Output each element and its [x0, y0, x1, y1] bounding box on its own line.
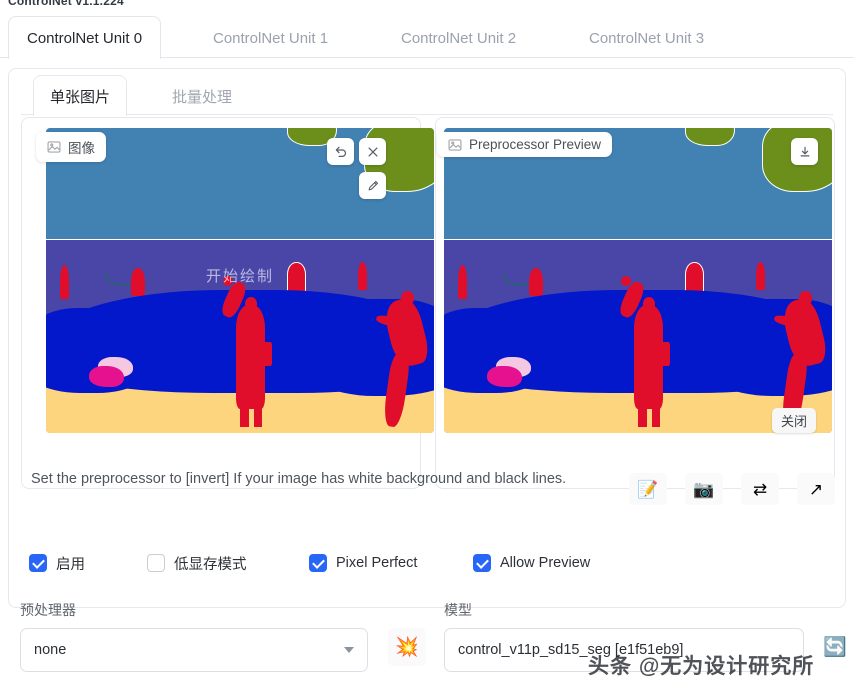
quick-action-buttons: 📝 📷 ⇄ ↗ — [629, 473, 835, 505]
source-image-label: 图像 — [36, 132, 106, 162]
segmentation-person-post-3 — [358, 262, 367, 290]
checkbox-allow-preview-label: Allow Preview — [500, 555, 591, 571]
segmentation-person-hand — [222, 275, 233, 286]
preview-person-post-1 — [457, 265, 467, 299]
model-field: 模型 control_v11p_sd15_seg [e1f51eb9] — [444, 600, 804, 672]
brush-tool-button[interactable] — [359, 172, 386, 199]
mode-tabs: 单张图片 批量处理 — [21, 75, 833, 117]
checkbox-pixel-perfect-label: Pixel Perfect — [336, 555, 418, 571]
hint-row: Set the preprocessor to [invert] If your… — [21, 467, 835, 529]
model-config-row: 预处理器 none 💥 模型 control_v11p_sd15_seg [e1… — [8, 600, 854, 687]
segmentation-person-bag — [257, 341, 272, 366]
preprocessor-hint-text: Set the preprocessor to [invert] If your… — [31, 471, 567, 487]
tab-controlnet-unit-2[interactable]: ControlNet Unit 2 — [382, 16, 535, 59]
preview-close-button[interactable]: 关闭 — [771, 408, 816, 433]
segmentation-person-post-1 — [59, 265, 69, 299]
tab-controlnet-unit-1[interactable]: ControlNet Unit 1 — [194, 16, 347, 59]
checkbox-pixel-perfect[interactable]: Pixel Perfect — [309, 554, 473, 572]
checkbox-enable[interactable]: 启用 — [29, 553, 147, 574]
preprocessor-preview-box[interactable]: Preprocessor Preview 关闭 — [435, 117, 835, 489]
image-icon — [47, 140, 61, 154]
undo-button[interactable] — [327, 138, 354, 165]
preview-person-hand — [620, 275, 631, 286]
segmentation-person-small — [131, 268, 145, 296]
swap-icon[interactable]: ⇄ — [741, 473, 779, 505]
segmentation-person-right-head — [401, 291, 415, 306]
tab-controlnet-unit-3[interactable]: ControlNet Unit 3 — [570, 16, 723, 59]
checkbox-low-vram-label: 低显存模式 — [174, 556, 247, 573]
preview-image-canvas — [444, 128, 832, 433]
preview-person-post-3 — [756, 262, 765, 290]
preview-person-head — [642, 297, 656, 311]
model-label: 模型 — [444, 602, 472, 618]
model-value: control_v11p_sd15_seg [e1f51eb9] — [458, 642, 684, 658]
checkbox-low-vram[interactable]: 低显存模式 — [147, 553, 309, 574]
preprocessor-select[interactable]: none — [20, 628, 368, 672]
tab-batch-process[interactable]: 批量处理 — [155, 75, 249, 116]
model-select[interactable]: control_v11p_sd15_seg [e1f51eb9] — [444, 628, 804, 672]
preview-umbrella — [486, 365, 522, 388]
segmentation-person-leg-left — [240, 390, 249, 427]
refresh-models-button[interactable]: 🔄 — [816, 628, 854, 666]
app-title: ControlNet v1.1.224 — [8, 0, 124, 8]
preprocessor-preview-label: Preprocessor Preview — [437, 132, 613, 157]
checkbox-enable-label: 启用 — [56, 556, 85, 573]
segmentation-umbrella — [88, 365, 124, 388]
preprocessor-field: 预处理器 none — [20, 600, 368, 672]
checkbox-pixel-perfect-box[interactable] — [309, 554, 327, 572]
source-image-box[interactable]: 开始绘制 图像 — [21, 117, 434, 489]
image-icon — [448, 138, 462, 152]
run-preprocessor-button[interactable]: 💥 — [388, 628, 426, 666]
clear-image-button[interactable] — [359, 138, 386, 165]
preview-person-bag — [655, 341, 670, 366]
controlnet-panel: ControlNet v1.1.224 ControlNet Unit 0 Co… — [0, 0, 854, 687]
unit-panel: 单张图片 批量处理 开始绘制 图像 Preprocessor Preview 关… — [8, 68, 846, 608]
chevron-down-icon[interactable] — [344, 647, 354, 653]
camera-icon[interactable]: 📷 — [685, 473, 723, 505]
preview-person-leg-left — [638, 390, 647, 427]
download-button[interactable] — [791, 138, 818, 165]
preprocessor-label: 预处理器 — [20, 602, 76, 618]
preview-person-right-head — [799, 291, 813, 306]
segmentation-person-head — [244, 297, 258, 311]
send-icon[interactable]: ↗ — [797, 473, 835, 505]
options-row: 启用 低显存模式 Pixel Perfect Allow Preview — [29, 549, 839, 577]
source-image-label-text: 图像 — [68, 141, 95, 156]
preview-person-small — [529, 268, 543, 296]
checkbox-allow-preview-box[interactable] — [473, 554, 491, 572]
preview-person-leg-right — [651, 390, 661, 427]
checkbox-enable-box[interactable] — [29, 554, 47, 572]
preprocessor-value: none — [34, 642, 67, 658]
checkbox-allow-preview[interactable]: Allow Preview — [473, 554, 590, 572]
tab-single-image[interactable]: 单张图片 — [33, 75, 128, 117]
checkbox-low-vram-box[interactable] — [147, 554, 165, 572]
tab-controlnet-unit-0[interactable]: ControlNet Unit 0 — [8, 16, 162, 60]
controlnet-unit-tabs: ControlNet Unit 0 ControlNet Unit 1 Cont… — [0, 16, 854, 60]
segmentation-person-leg-right — [253, 390, 263, 427]
image-area: 开始绘制 图像 Preprocessor Preview 关闭 — [21, 117, 835, 489]
preprocessor-preview-label-text: Preprocessor Preview — [469, 137, 602, 152]
paste-prompt-icon[interactable]: 📝 — [629, 473, 667, 505]
